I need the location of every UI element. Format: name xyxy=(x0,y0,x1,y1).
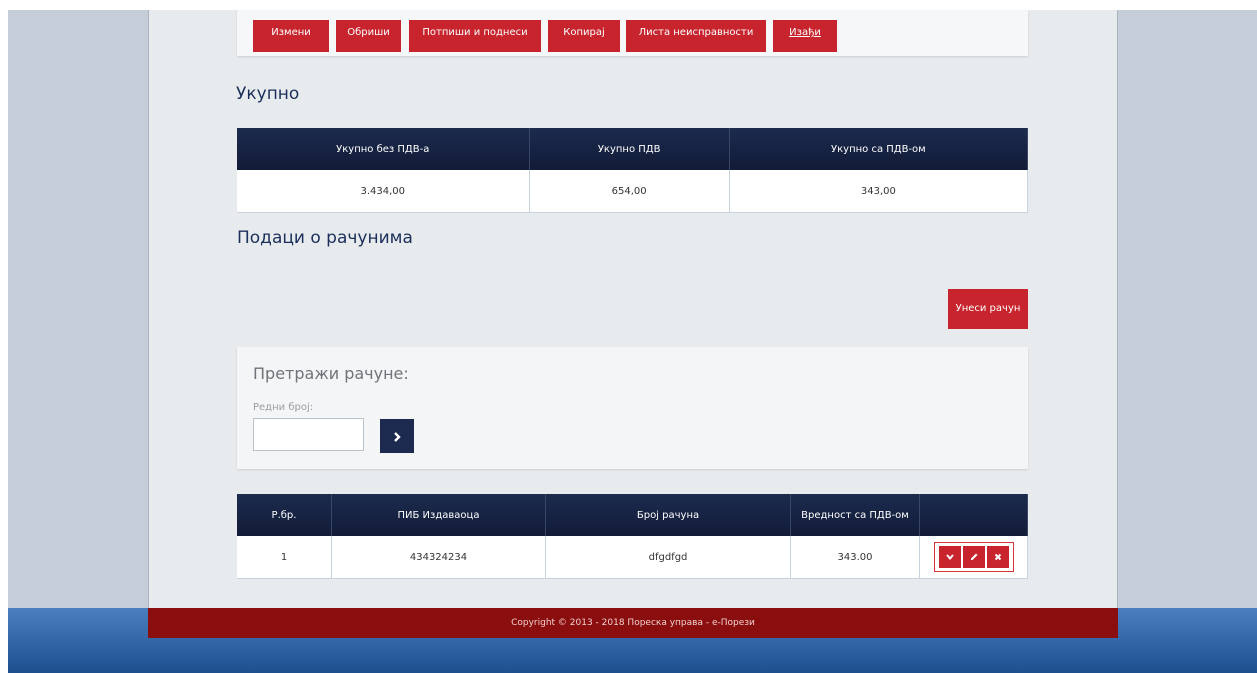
delete-button[interactable]: Обриши xyxy=(336,20,401,52)
col-bill-number: Број рачуна xyxy=(545,494,791,536)
totals-header-row: Укупно без ПДВ-а Укупно ПДВ Укупно са ПД… xyxy=(237,128,1029,170)
chevron-right-icon xyxy=(394,431,401,442)
fault-list-button[interactable]: Листа неисправности xyxy=(626,20,766,52)
enter-bill-button[interactable]: Унеси рачун xyxy=(948,289,1028,329)
sign-submit-button[interactable]: Потпиши и поднеси xyxy=(409,20,541,52)
col-ordinal: Р.бр. xyxy=(237,494,332,536)
col-total-vat: Укупно ПДВ xyxy=(529,128,730,170)
footer-copyright: Copyright © 2013 - 2018 Пореска управа -… xyxy=(148,608,1118,638)
bills-table: Р.бр. ПИБ Издаваоца Број рачуна Вредност… xyxy=(237,494,1028,579)
search-submit-button[interactable] xyxy=(380,419,414,453)
total-without-vat-value: 3.434,00 xyxy=(237,170,530,213)
row-ordinal: 1 xyxy=(237,536,332,579)
table-row: 1 434324234 dfgdfgd 343.00 xyxy=(237,536,1028,579)
close-icon xyxy=(994,553,1001,561)
col-issuer-pib: ПИБ Издаваоца xyxy=(331,494,546,536)
bills-heading: Подаци о рачунима xyxy=(237,228,413,248)
action-toolbar: Измени Обриши Потпиши и поднеси Копирај … xyxy=(237,10,1028,56)
totals-table: Укупно без ПДВ-а Укупно ПДВ Укупно са ПД… xyxy=(237,128,1029,213)
row-bill-number: dfgdfgd xyxy=(545,536,791,579)
total-vat-value: 654,00 xyxy=(529,170,730,213)
ordinal-label: Редни број: xyxy=(253,402,314,413)
copy-button[interactable]: Копирај xyxy=(548,20,620,52)
delete-row-button[interactable] xyxy=(986,546,1009,568)
bills-header-row: Р.бр. ПИБ Издаваоца Број рачуна Вредност… xyxy=(237,494,1028,536)
exit-label: Изађи xyxy=(789,27,821,38)
row-issuer-pib: 434324234 xyxy=(331,536,546,579)
ordinal-number-input[interactable] xyxy=(253,418,364,451)
pencil-icon xyxy=(970,553,977,560)
chevron-down-icon xyxy=(945,554,954,561)
expand-row-button[interactable] xyxy=(938,546,961,568)
totals-heading: Укупно xyxy=(236,84,300,104)
search-title: Претражи рачуне: xyxy=(253,364,409,383)
row-actions-group xyxy=(933,542,1014,572)
table-row: 3.434,00 654,00 343,00 xyxy=(237,170,1029,213)
col-total-with-vat: Укупно са ПДВ-ом xyxy=(729,128,1029,170)
exit-button[interactable]: Изађи xyxy=(773,20,837,52)
col-actions xyxy=(919,494,1028,536)
edit-button[interactable]: Измени xyxy=(253,20,329,52)
row-actions xyxy=(919,536,1028,579)
col-value-with-vat: Вредност са ПДВ-ом xyxy=(790,494,920,536)
edit-row-button[interactable] xyxy=(962,546,985,568)
col-total-without-vat: Укупно без ПДВ-а xyxy=(237,128,530,170)
row-value: 343.00 xyxy=(790,536,920,579)
search-panel: Претражи рачуне: Редни број: xyxy=(237,347,1028,469)
total-with-vat-value: 343,00 xyxy=(729,170,1029,213)
